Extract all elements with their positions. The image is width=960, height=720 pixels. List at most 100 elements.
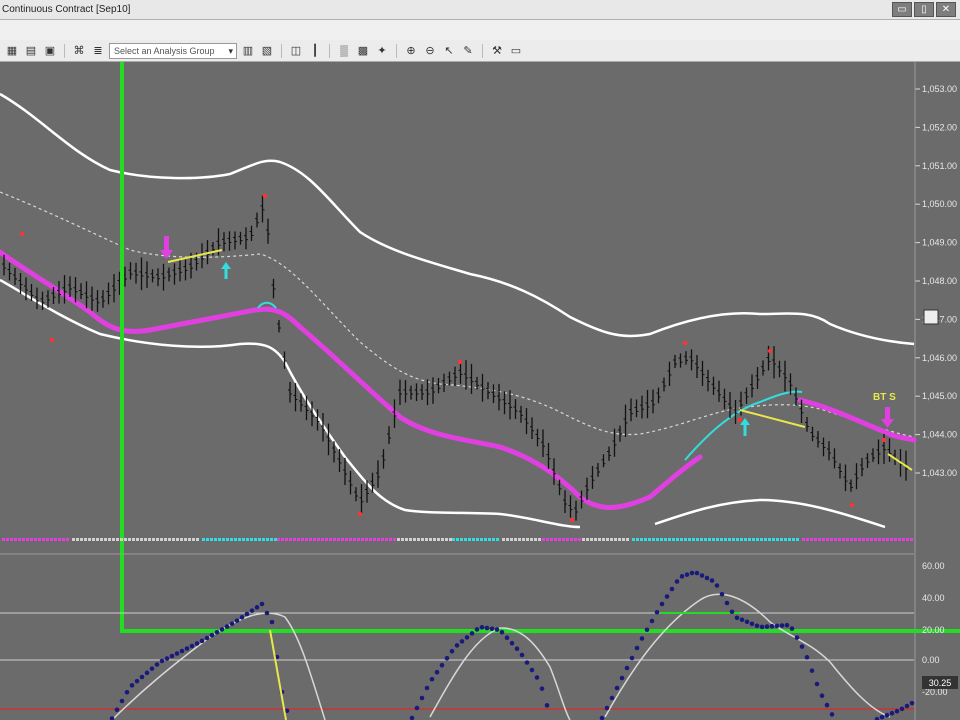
settings-icon[interactable]: ✦: [374, 43, 390, 59]
oscillator-point: [154, 662, 160, 667]
signal-dot: [270, 538, 273, 541]
signal-dot: [614, 538, 617, 541]
signal-dot: [810, 538, 813, 541]
signal-dot: [680, 538, 683, 541]
signal-dot: [796, 538, 799, 541]
signal-dot: [18, 538, 21, 541]
line-icon[interactable]: ▩: [355, 43, 371, 59]
signal-dot: [476, 538, 479, 541]
signal-dot: [80, 538, 83, 541]
oscillator-point: [424, 685, 430, 691]
maximize-button[interactable]: ▯: [914, 2, 934, 17]
signal-dot: [676, 538, 679, 541]
signal-dot: [222, 538, 225, 541]
chart-canvas[interactable]: 1,053.00 1,052.00 1,051.00 1,050.00 1,049.00…: [0, 50, 960, 720]
oscillator-point: [119, 698, 125, 704]
signal-dot: [297, 538, 300, 541]
signal-dot: [92, 538, 95, 541]
signal-dot: [664, 538, 667, 541]
signal-dot: [140, 538, 143, 541]
signal-dot: [834, 538, 837, 541]
signal-dot: [788, 538, 791, 541]
chart-type-icon[interactable]: ◫: [288, 43, 304, 59]
signal-dot: [100, 538, 103, 541]
link-icon[interactable]: ⌘: [71, 43, 87, 59]
data-window-icon[interactable]: ▭: [508, 43, 524, 59]
signal-dot: [10, 538, 13, 541]
oscillator-point: [519, 652, 525, 658]
strategy-icon[interactable]: ▥: [240, 43, 256, 59]
signal-dot: [401, 538, 404, 541]
bars-icon[interactable]: ┃: [307, 43, 323, 59]
signal-dot: [301, 538, 304, 541]
oscillator-point: [179, 648, 185, 654]
signal-dot: [345, 538, 348, 541]
signal-dot: [538, 538, 541, 541]
zoom-out-icon[interactable]: ⊖: [422, 43, 438, 59]
oscillator-point: [774, 623, 780, 629]
oscillator-point: [804, 655, 810, 660]
toolbar-divider: [482, 43, 483, 58]
signal-dot: [606, 538, 609, 541]
oscillator-point: [414, 705, 420, 711]
oscillator-point: [909, 700, 915, 706]
signal-dot: [890, 538, 893, 541]
analysis-group-select[interactable]: Select an Analysis Group: [109, 42, 237, 59]
price-tick-label: 1,043.00: [922, 468, 957, 478]
window-icon[interactable]: ▣: [42, 43, 58, 59]
oscillator-point: [714, 583, 720, 588]
oscillator-point: [704, 575, 710, 581]
grid-icon[interactable]: ▦: [4, 43, 20, 59]
signal-dot: [712, 538, 715, 541]
signal-dot: [818, 538, 821, 541]
chart-nav-icon[interactable]: [923, 309, 939, 325]
oscillator-point: [224, 624, 230, 629]
close-button[interactable]: ✕: [936, 2, 956, 17]
oscillator-point: [109, 716, 115, 720]
oscillator-tick-label: 0.00: [922, 655, 940, 665]
oscillator-point: [174, 651, 180, 656]
oscillator-point: [504, 635, 510, 640]
signal-dot: [22, 538, 25, 541]
signal-dot: [594, 538, 597, 541]
zoom-in-icon[interactable]: ⊕: [403, 43, 419, 59]
chart-area[interactable]: 1,053.00 1,052.00 1,051.00 1,050.00 1,049.00…: [0, 50, 960, 720]
signal-dot: [234, 538, 237, 541]
oscillator-point: [709, 578, 715, 583]
pointer-icon[interactable]: ↖: [441, 43, 457, 59]
oscillator-point: [199, 638, 205, 644]
candles-icon[interactable]: ▒: [336, 43, 352, 59]
restore-button[interactable]: ▭: [892, 2, 912, 17]
signal-dot: [321, 538, 324, 541]
oscillator-point: [459, 639, 465, 644]
tools-icon[interactable]: ⚒: [489, 43, 505, 59]
oscillator-point: [494, 627, 500, 632]
drawing-icon[interactable]: ✎: [460, 43, 476, 59]
signal-dot: [385, 538, 388, 541]
analysis-icon[interactable]: ≣: [90, 43, 106, 59]
signal-dot: [172, 538, 175, 541]
signal-dot: [626, 538, 629, 541]
oscillator-point: [259, 601, 265, 607]
format-icon[interactable]: ▧: [259, 43, 275, 59]
signal-dot: [558, 538, 561, 541]
oscillator-point: [639, 636, 645, 641]
table-icon[interactable]: ▤: [23, 43, 39, 59]
oscillator-point: [409, 715, 415, 720]
oscillator-point: [189, 643, 195, 649]
signal-dot: [862, 538, 865, 541]
signal-dot: [704, 538, 707, 541]
signal-dot: [214, 538, 217, 541]
swing-marker: [881, 437, 887, 443]
swing-marker: [457, 359, 463, 365]
oscillator-point: [684, 572, 690, 577]
oscillator-point: [879, 714, 885, 720]
oscillator-point: [729, 609, 735, 615]
signal-dot: [72, 538, 75, 541]
restore-icon: ▭: [897, 4, 907, 15]
price-tick-label: 1,049.00: [922, 238, 957, 248]
signal-dot: [776, 538, 779, 541]
oscillator-point: [759, 624, 765, 630]
price-tick-label: 1,044.00: [922, 430, 957, 440]
signal-dot: [570, 538, 573, 541]
